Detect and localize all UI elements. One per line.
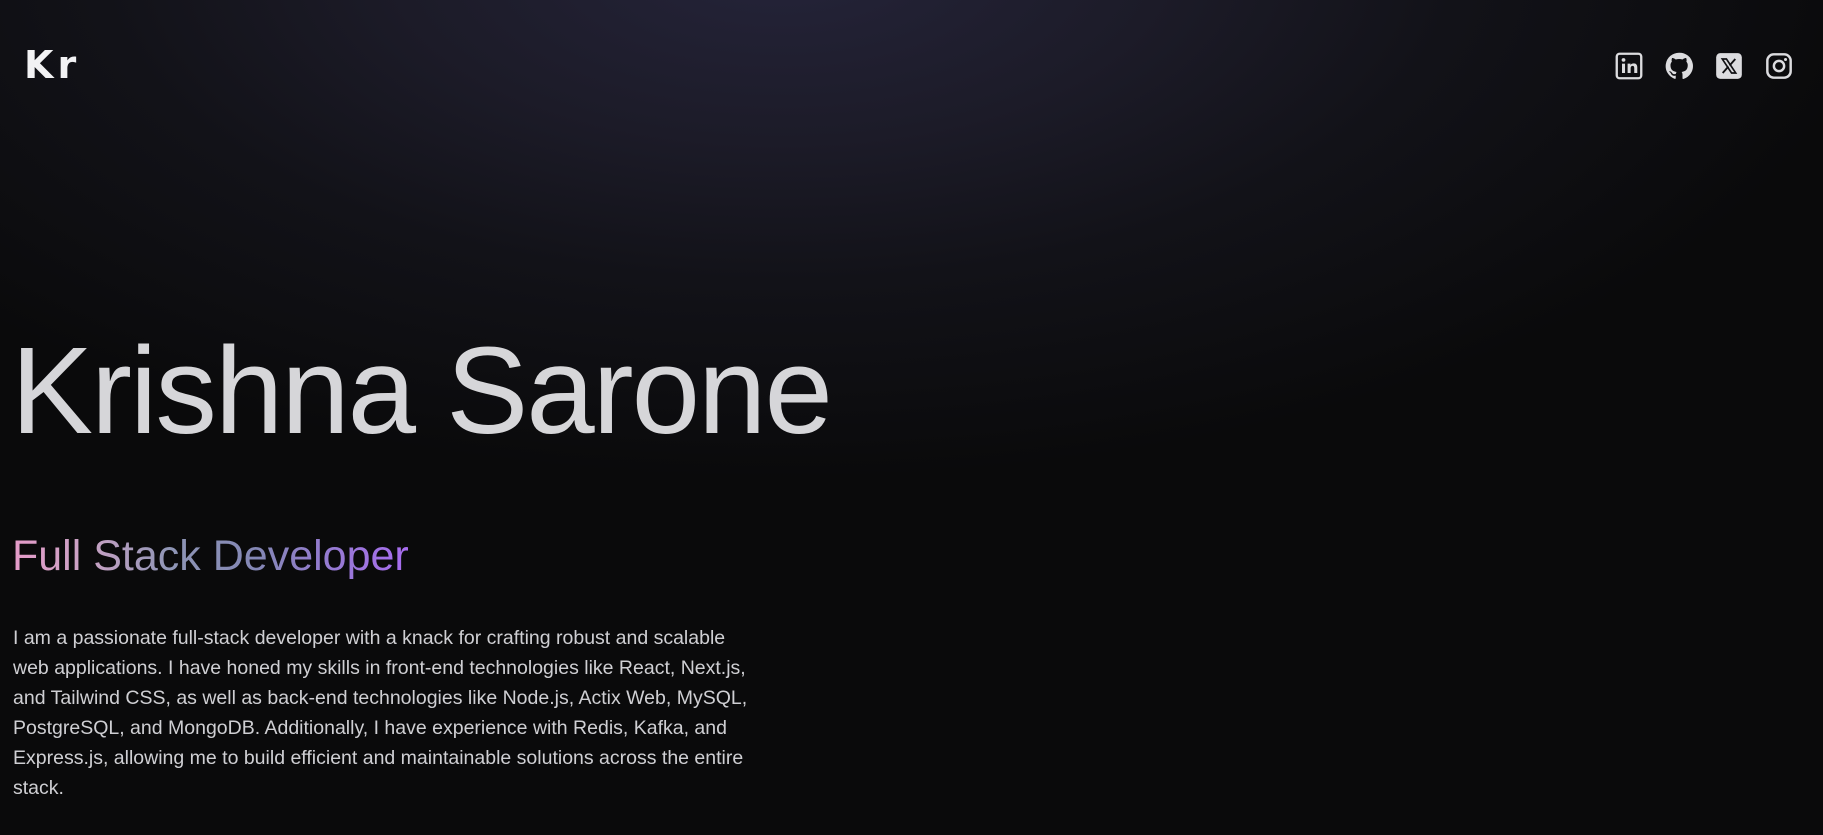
hero-role: Full Stack Developer — [12, 532, 409, 580]
github-link[interactable] — [1665, 52, 1693, 80]
hero-name: Krishna Sarone — [11, 323, 833, 460]
instagram-icon — [1766, 53, 1792, 79]
x-link[interactable] — [1715, 52, 1743, 80]
hero-bio: I am a passionate full-stack developer w… — [13, 627, 748, 799]
linkedin-icon — [1615, 52, 1643, 80]
github-icon — [1665, 52, 1693, 79]
x-icon — [1716, 53, 1742, 79]
linkedin-link[interactable] — [1615, 52, 1643, 80]
site-logo[interactable]: Kr — [24, 46, 80, 84]
social-links — [1615, 52, 1793, 80]
instagram-link[interactable] — [1765, 52, 1793, 80]
